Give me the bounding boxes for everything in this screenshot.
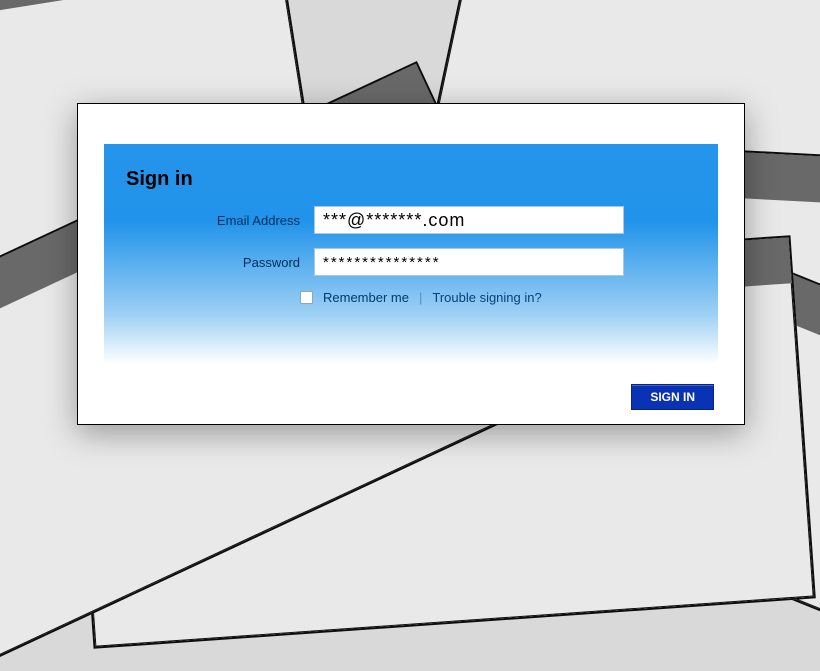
signin-panel: Sign in Email Address ***@*******.com Pa…	[104, 144, 718, 364]
email-row: Email Address ***@*******.com	[104, 206, 718, 234]
trouble-link[interactable]: Trouble signing in?	[432, 290, 541, 305]
password-label: Password	[104, 255, 314, 270]
separator: |	[419, 290, 422, 305]
remember-label[interactable]: Remember me	[323, 290, 409, 305]
signin-dialog: Sign in Email Address ***@*******.com Pa…	[77, 103, 745, 425]
bg-card-title: Sign in	[465, 0, 820, 115]
email-label: Email Address	[104, 213, 314, 228]
email-field[interactable]: ***@*******.com	[314, 206, 624, 234]
signin-form: Email Address ***@*******.com Password *…	[104, 206, 718, 305]
panel-title: Sign in	[126, 168, 193, 191]
signin-button[interactable]: SIGN IN	[631, 384, 714, 410]
password-row: Password ***************	[104, 248, 718, 276]
options-row: Remember me | Trouble signing in?	[300, 290, 718, 305]
remember-checkbox[interactable]	[300, 291, 313, 304]
password-field[interactable]: ***************	[314, 248, 624, 276]
bg-card-title: Sign in	[0, 0, 290, 111]
